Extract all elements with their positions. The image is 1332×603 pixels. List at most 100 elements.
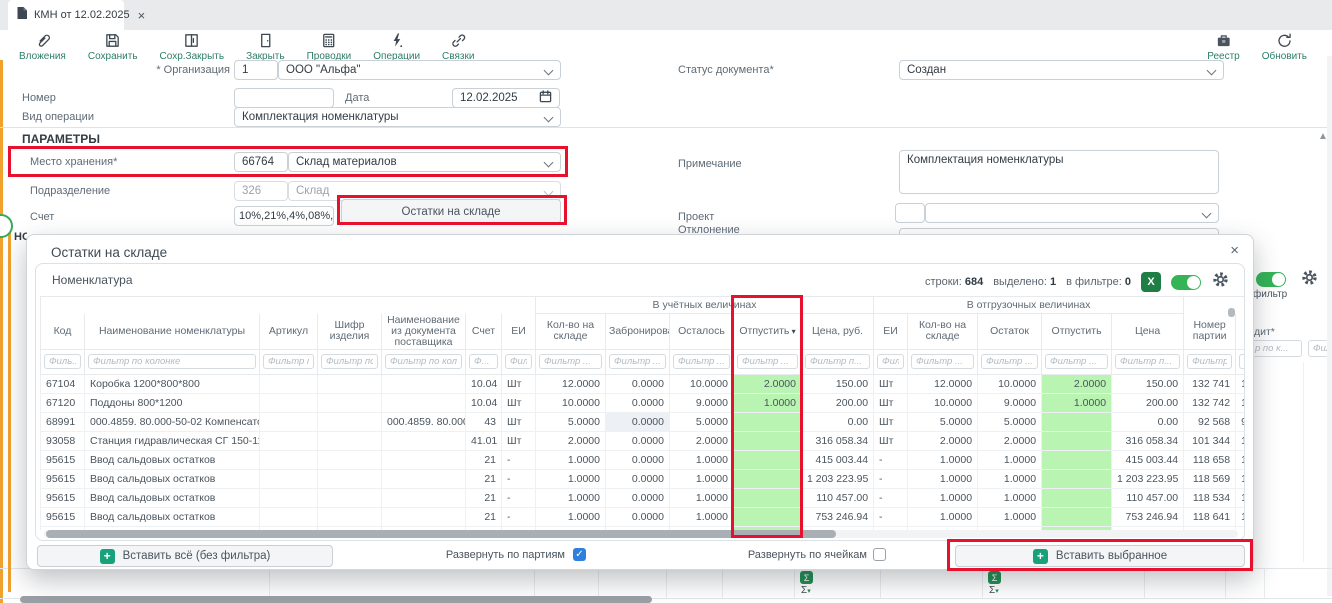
column-filter-input[interactable] [1187, 354, 1232, 369]
table-cell[interactable]: 110 457.00 [802, 488, 874, 507]
note-textarea[interactable]: Комплектация номенклатуры [899, 150, 1219, 194]
table-cell[interactable]: 95615 [41, 488, 85, 507]
org-select[interactable]: ООО "Альфа" [278, 60, 561, 80]
table-cell[interactable]: Коробка 1200*800*800 [85, 374, 260, 393]
insert-all-button[interactable]: + Вставить всё (без фильтра) [37, 545, 333, 567]
table-cell[interactable]: 10 [1236, 431, 1244, 450]
column-header[interactable]: Остаток [978, 314, 1042, 350]
column-header[interactable]: Отпустить [1042, 314, 1112, 350]
column-header[interactable]: Артикул [260, 314, 318, 350]
table-cell[interactable]: - [502, 469, 536, 488]
table-row[interactable]: 95615Ввод сальдовых остатков21-1.00000.0… [41, 469, 1245, 488]
table-cell[interactable] [318, 374, 382, 393]
table-vscrollbar-thumb[interactable] [1228, 308, 1235, 317]
table-cell[interactable]: 9.0000 [670, 393, 734, 412]
table-cell[interactable]: 0.0000 [606, 488, 670, 507]
table-row[interactable]: 93058Станция гидравлическая СГ 150-11-30… [41, 431, 1245, 450]
modal-close-icon[interactable]: × [1230, 242, 1239, 259]
table-cell[interactable]: 9.0000 [978, 393, 1042, 412]
table-cell[interactable]: 1.0000 [536, 450, 606, 469]
help-bubble-icon[interactable] [0, 214, 13, 238]
table-hscrollbar-thumb[interactable] [46, 530, 836, 538]
table-cell[interactable] [260, 450, 318, 469]
column-filter-input[interactable] [1239, 354, 1244, 369]
column-header[interactable]: Номер партии [1184, 314, 1236, 350]
table-cell[interactable]: 2.0000 [536, 431, 606, 450]
table-cell[interactable]: 43 [466, 412, 502, 431]
table-cell[interactable]: 0.00 [802, 412, 874, 431]
table-cell[interactable] [318, 393, 382, 412]
table-cell[interactable]: 2.0000 [908, 431, 978, 450]
table-cell[interactable] [260, 469, 318, 488]
column-header[interactable] [1236, 314, 1244, 350]
page-vscrollbar[interactable] [1327, 56, 1332, 596]
table-cell[interactable]: 0.0000 [606, 374, 670, 393]
column-header[interactable]: ЕИ [874, 314, 908, 350]
table-cell[interactable]: 0.0000 [606, 412, 670, 431]
table-cell[interactable] [382, 393, 466, 412]
table-row[interactable]: 67120Поддоны 800*120010.04Шт10.00000.000… [41, 393, 1245, 412]
table-cell[interactable]: 1.0000 [908, 507, 978, 526]
table-cell[interactable]: Шт [874, 374, 908, 393]
table-row[interactable]: 95615Ввод сальдовых остатков21-1.00000.0… [41, 450, 1245, 469]
table-cell[interactable]: 200.00 [1112, 393, 1184, 412]
table-cell[interactable]: 68991 [41, 412, 85, 431]
table-cell[interactable]: 1 203 223.95 [802, 469, 874, 488]
table-cell[interactable]: 1.0000 [670, 469, 734, 488]
close-button[interactable]: Закрыть [235, 30, 296, 64]
table-cell[interactable]: 2.0000 [1042, 374, 1112, 393]
table-cell[interactable]: Станция гидравлическая СГ 150-11-30 [85, 431, 260, 450]
column-filter-input[interactable] [609, 354, 666, 369]
column-filter-input[interactable] [737, 354, 798, 369]
table-cell[interactable]: Ввод сальдовых остатков [85, 488, 260, 507]
table-cell[interactable] [260, 488, 318, 507]
table-cell[interactable]: Шт [874, 431, 908, 450]
table-cell[interactable]: 118 641 [1184, 507, 1236, 526]
column-filter-input[interactable] [44, 354, 81, 369]
table-cell[interactable]: 1.0000 [670, 450, 734, 469]
save-close-button[interactable]: Сохр.Закрыть [149, 30, 236, 64]
table-cell[interactable]: 0.0000 [606, 393, 670, 412]
table-cell[interactable]: 21 [466, 450, 502, 469]
column-filter-input[interactable] [539, 354, 602, 369]
number-input[interactable] [234, 88, 334, 108]
table-cell[interactable]: 1.0000 [734, 393, 802, 412]
table-cell[interactable]: 1.0000 [536, 507, 606, 526]
table-cell[interactable]: 10.0000 [908, 393, 978, 412]
registry-button[interactable]: Реестр [1196, 30, 1251, 64]
table-cell[interactable]: Поддоны 800*1200 [85, 393, 260, 412]
table-cell[interactable]: - [502, 507, 536, 526]
table-cell[interactable]: 92 [1236, 526, 1244, 530]
column-header[interactable]: Наименование номенклатуры [85, 314, 260, 350]
table-cell[interactable] [318, 469, 382, 488]
table-cell[interactable]: 0.0000 [606, 469, 670, 488]
table-cell[interactable]: 10.0000 [670, 374, 734, 393]
table-cell[interactable]: 150.00 [802, 374, 874, 393]
table-cell[interactable] [318, 412, 382, 431]
table-cell[interactable] [318, 507, 382, 526]
table-cell[interactable]: 13 [1236, 393, 1244, 412]
table-cell[interactable]: Ввод сальдовых остатков [85, 469, 260, 488]
insert-selected-button[interactable]: + Вставить выбранное [955, 545, 1245, 567]
table-cell[interactable]: 110 457.00 [1112, 488, 1184, 507]
table-cell[interactable]: 11 [1236, 507, 1244, 526]
table-cell[interactable]: Шт [874, 393, 908, 412]
table-cell[interactable]: 316 058.34 [1112, 431, 1184, 450]
table-cell[interactable]: 1.0000 [978, 450, 1042, 469]
table-cell[interactable]: 93058 [41, 431, 85, 450]
expand-batches-checkbox[interactable]: ✓ [573, 548, 586, 561]
table-row[interactable]: 67104Коробка 1200*800*80010.04Шт12.00000… [41, 374, 1245, 393]
table-cell[interactable]: 1.0000 [1042, 393, 1112, 412]
table-cell[interactable]: 1.0000 [536, 488, 606, 507]
table-cell[interactable]: - [874, 450, 908, 469]
table-cell[interactable] [734, 431, 802, 450]
table-cell[interactable]: 11 [1236, 469, 1244, 488]
column-filter-input[interactable] [805, 354, 870, 369]
table-cell[interactable] [734, 412, 802, 431]
table-cell[interactable]: 150.00 [1112, 374, 1184, 393]
stock-balance-button[interactable]: Остатки на складе [341, 199, 561, 224]
table-row[interactable]: 95615Ввод сальдовых остатков21-1.00000.0… [41, 507, 1245, 526]
table-cell[interactable]: 316 058.34 [802, 431, 874, 450]
table-cell[interactable] [1042, 469, 1112, 488]
page-hscrollbar-thumb[interactable] [20, 596, 652, 603]
